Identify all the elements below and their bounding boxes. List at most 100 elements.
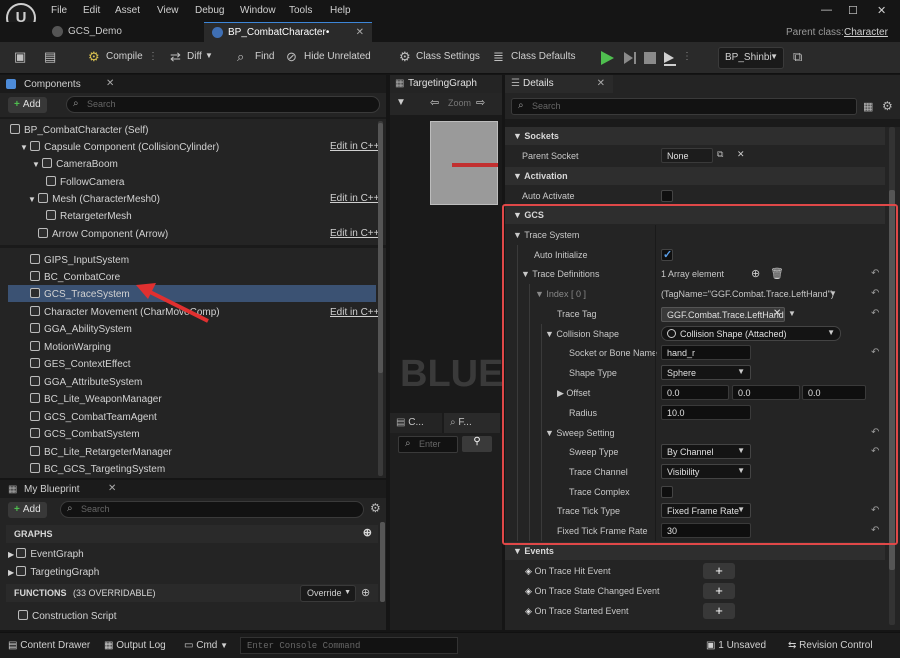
graph-item-targetinggraph[interactable]: ▶ TargetingGraph <box>8 563 99 580</box>
skip-icon[interactable] <box>622 50 638 66</box>
back-arrow-icon[interactable]: ⇦ <box>430 96 439 109</box>
play-icon[interactable] <box>599 50 615 66</box>
edit-in-cpp-link[interactable]: Edit in C++ <box>330 307 379 318</box>
close-tab-icon[interactable]: ✕ <box>356 27 364 38</box>
tab-bp-combat-character[interactable]: BP_CombatCharacter• ✕ <box>204 22 372 42</box>
class-settings-icon[interactable]: ⚙ <box>399 49 411 65</box>
component-list-item[interactable]: MotionWarping <box>30 338 111 355</box>
tab-targeting-graph[interactable]: ▦ TargetingGraph <box>390 75 502 93</box>
close-panel-icon[interactable]: ✕ <box>597 78 605 89</box>
output-log-button[interactable]: ▦ Output Log <box>104 640 166 651</box>
hide-unrelated-icon[interactable]: ⊘ <box>286 49 297 65</box>
debug-object-dropdown[interactable]: BP_Shinbi ▼ <box>718 47 784 69</box>
diff-icon[interactable]: ⇄ <box>170 49 181 65</box>
component-list-item[interactable]: GIPS_InputSystem <box>30 251 129 268</box>
menu-window[interactable]: Window <box>240 5 276 16</box>
my-blueprint-search[interactable]: ⌕ Search <box>60 501 364 518</box>
add-event-button[interactable]: + <box>703 583 735 599</box>
edit-in-cpp-link[interactable]: Edit in C++ <box>330 228 379 239</box>
close-panel-icon[interactable]: ✕ <box>106 78 114 89</box>
component-list-item[interactable]: BC_Lite_WeaponManager <box>30 390 162 407</box>
add-graph-icon[interactable]: ⊕ <box>363 526 372 539</box>
component-list-item[interactable]: GES_ContextEffect <box>30 355 131 372</box>
add-member-button[interactable]: + Add <box>8 502 47 518</box>
class-defaults-icon[interactable]: ≣ <box>493 49 504 65</box>
gear-icon[interactable]: ⚙ <box>370 501 381 515</box>
component-list-item[interactable]: GCS_TraceSystem <box>30 285 130 302</box>
forward-arrow-icon[interactable]: ⇨ <box>476 96 485 109</box>
details-search[interactable]: ⌕ Search <box>511 98 857 115</box>
component-list-item[interactable]: GCS_CombatTeamAgent <box>30 408 157 425</box>
compile-options-icon[interactable]: ⋮ <box>148 51 158 62</box>
tab-compiler-results[interactable]: ▤ C... <box>390 413 442 433</box>
clear-icon[interactable]: ✕ <box>737 149 745 160</box>
component-list-item[interactable]: BC_Lite_RetargeterManager <box>30 443 172 460</box>
menu-asset[interactable]: Asset <box>115 5 140 16</box>
component-capsule[interactable]: ▼ Capsule Component (CollisionCylinder) <box>20 138 219 155</box>
menu-file[interactable]: File <box>51 5 67 16</box>
unsaved-button[interactable]: ▣ 1 Unsaved <box>706 640 766 651</box>
play-options-icon[interactable]: ⋮ <box>682 51 692 62</box>
menu-edit[interactable]: Edit <box>83 5 100 16</box>
class-defaults-button[interactable]: Class Defaults <box>511 51 575 62</box>
component-followcamera[interactable]: FollowCamera <box>46 173 124 190</box>
add-event-button[interactable]: + <box>703 603 735 619</box>
close-panel-icon[interactable]: ✕ <box>108 483 116 494</box>
hide-unrelated-button[interactable]: Hide Unrelated <box>304 51 371 62</box>
content-drawer-button[interactable]: ▤ Content Drawer <box>8 640 90 651</box>
add-function-icon[interactable]: ⊕ <box>361 586 370 599</box>
find-button[interactable]: Find <box>255 51 274 62</box>
menu-view[interactable]: View <box>157 5 179 16</box>
cmd-dropdown[interactable]: ▭ Cmd ▼ <box>184 640 228 651</box>
component-list-item[interactable]: BC_CombatCore <box>30 268 120 285</box>
components-search[interactable]: ⌕ Search <box>66 96 380 113</box>
function-item-construction-script[interactable]: Construction Script <box>18 607 116 624</box>
add-event-button[interactable]: + <box>703 563 735 579</box>
components-scroll-thumb[interactable] <box>378 123 383 373</box>
menu-help[interactable]: Help <box>330 5 351 16</box>
component-self[interactable]: BP_CombatCharacter (Self) <box>10 121 149 138</box>
revision-control-button[interactable]: ⇆ Revision Control <box>788 640 873 651</box>
find-input[interactable]: ⌕ Enter <box>398 436 458 453</box>
console-input[interactable]: Enter Console Command <box>240 637 458 654</box>
gear-icon[interactable]: ⚙ <box>882 99 893 113</box>
component-list-item[interactable]: GGA_AttributeSystem <box>30 373 142 390</box>
debug-find-icon[interactable]: ⧉ <box>793 49 802 65</box>
compile-button[interactable]: Compile <box>106 51 143 62</box>
my-blueprint-scrollbar[interactable] <box>380 522 385 602</box>
minimize-icon[interactable]: — <box>821 4 832 16</box>
override-dropdown[interactable]: Override ▼ <box>300 585 356 602</box>
diff-button[interactable]: Diff <box>187 51 202 62</box>
maximize-icon[interactable]: ☐ <box>848 4 858 17</box>
edit-in-cpp-link[interactable]: Edit in C++ <box>330 141 379 152</box>
find-icon[interactable]: ⌕ <box>237 49 244 65</box>
compile-icon[interactable]: ⚙ <box>88 49 100 65</box>
binoculars-button[interactable]: ⚲ <box>462 436 492 452</box>
save-icon[interactable]: ▣ <box>14 49 26 65</box>
component-mesh[interactable]: ▼ Mesh (CharacterMesh0) <box>28 190 160 207</box>
edit-in-cpp-link[interactable]: Edit in C++ <box>330 193 379 204</box>
eject-icon[interactable] <box>662 50 678 66</box>
browse-icon[interactable]: ▤ <box>44 49 56 65</box>
menu-debug[interactable]: Debug <box>195 5 224 16</box>
stop-icon[interactable] <box>642 50 658 66</box>
component-cameraboom[interactable]: ▼ CameraBoom <box>32 155 118 172</box>
graph-item-eventgraph[interactable]: ▶ EventGraph <box>8 545 84 562</box>
tab-details[interactable]: ☰ Details ✕ <box>505 75 613 93</box>
component-list-item[interactable]: GGA_AbilitySystem <box>30 320 132 337</box>
add-component-button[interactable]: + Add <box>8 97 47 113</box>
component-list-item[interactable]: GCS_CombatSystem <box>30 425 140 442</box>
tab-gcs-demo[interactable]: GCS_Demo <box>44 22 194 42</box>
menu-tools[interactable]: Tools <box>289 5 312 16</box>
graph-options-icon[interactable]: ▼ <box>396 97 406 108</box>
component-list-item[interactable]: BC_GCS_TargetingSystem <box>30 460 165 477</box>
close-window-icon[interactable]: ✕ <box>877 4 886 17</box>
table-view-icon[interactable]: ▦ <box>863 100 873 113</box>
class-settings-button[interactable]: Class Settings <box>416 51 480 62</box>
sockets-section[interactable]: ▼ Sockets <box>505 127 885 145</box>
tab-find-results[interactable]: ⌕ F... <box>444 413 500 433</box>
auto-activate-checkbox[interactable] <box>661 190 673 202</box>
activation-section[interactable]: ▼ Activation <box>505 167 885 185</box>
chevron-down-icon[interactable]: ▼ <box>205 51 213 60</box>
graph-canvas[interactable]: BLUEP <box>390 115 529 415</box>
